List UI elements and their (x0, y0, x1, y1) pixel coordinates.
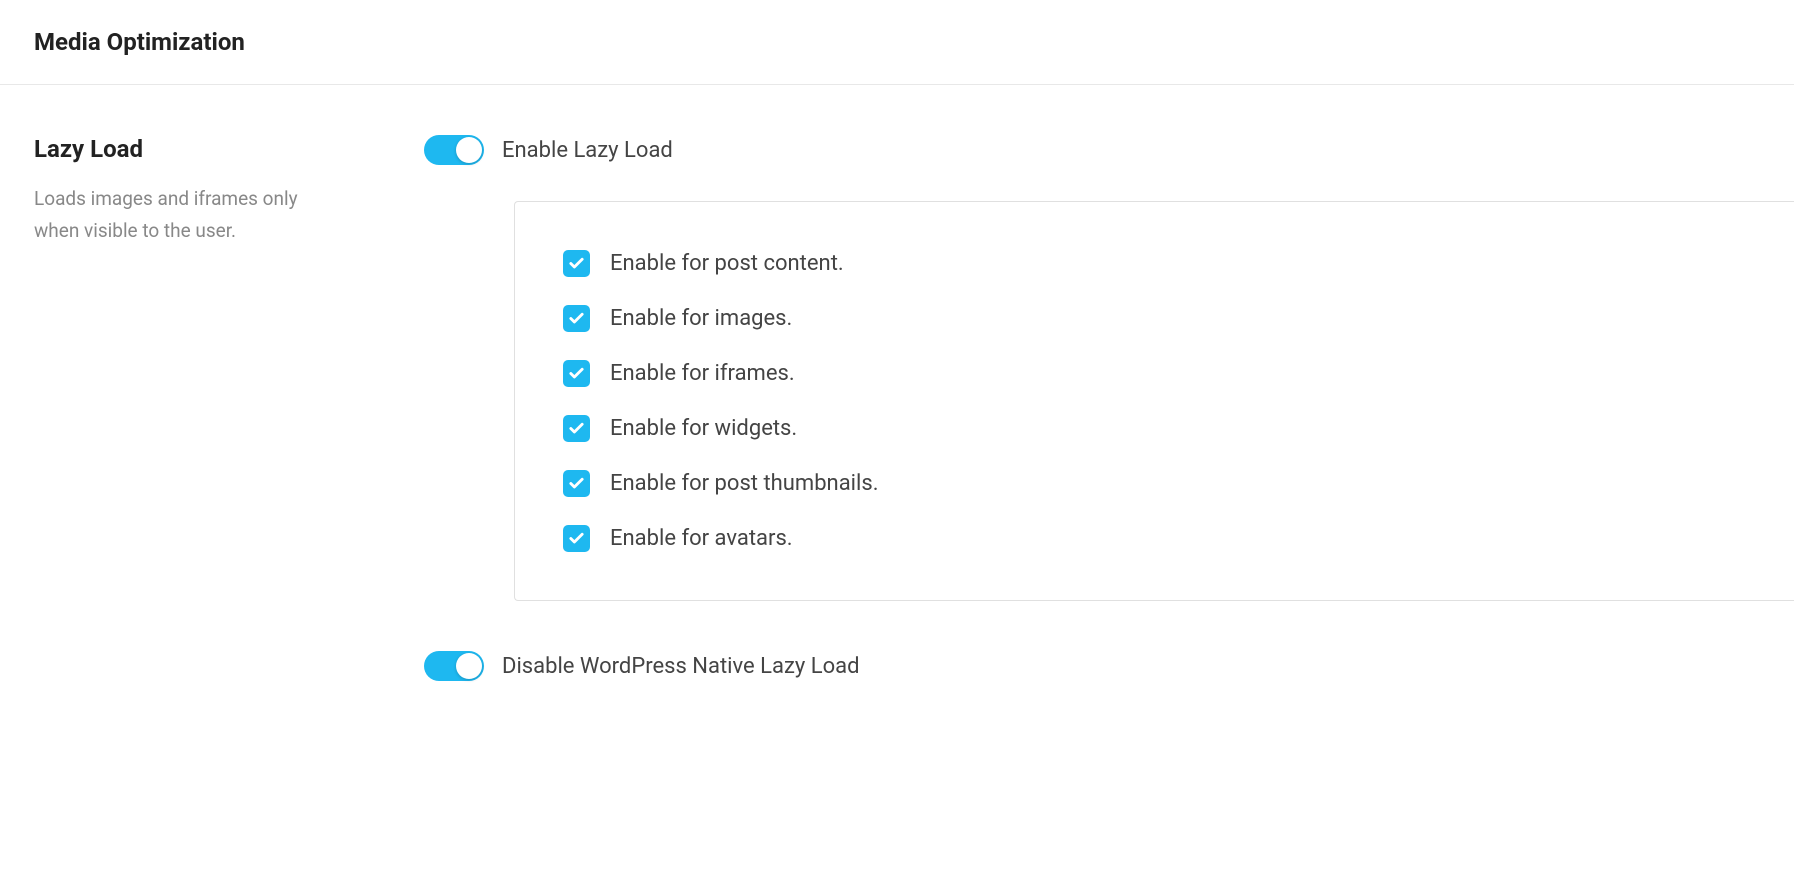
option-avatars-label: Enable for avatars. (610, 526, 793, 551)
check-icon (568, 530, 585, 547)
option-widgets-row: Enable for widgets. (563, 415, 1794, 442)
disable-native-lazy-load-row: Disable WordPress Native Lazy Load (424, 651, 1794, 681)
enable-lazy-load-toggle[interactable] (424, 135, 484, 165)
page-title: Media Optimization (34, 28, 1794, 56)
check-icon (568, 420, 585, 437)
disable-native-lazy-load-toggle[interactable] (424, 651, 484, 681)
option-iframes-row: Enable for iframes. (563, 360, 1794, 387)
option-thumbnails-checkbox[interactable] (563, 470, 590, 497)
option-images-label: Enable for images. (610, 306, 792, 331)
toggle-knob (456, 653, 482, 679)
option-post-content-checkbox[interactable] (563, 250, 590, 277)
section-left: Lazy Load Loads images and iframes only … (34, 135, 424, 717)
option-avatars-row: Enable for avatars. (563, 525, 1794, 552)
section-description: Loads images and iframes only when visib… (34, 183, 344, 248)
option-images-checkbox[interactable] (563, 305, 590, 332)
option-avatars-checkbox[interactable] (563, 525, 590, 552)
lazy-load-section: Lazy Load Loads images and iframes only … (0, 85, 1794, 717)
check-icon (568, 255, 585, 272)
option-images-row: Enable for images. (563, 305, 1794, 332)
section-title: Lazy Load (34, 135, 424, 163)
option-iframes-label: Enable for iframes. (610, 361, 795, 386)
enable-lazy-load-row: Enable Lazy Load (424, 135, 1794, 165)
option-post-content-label: Enable for post content. (610, 251, 844, 276)
check-icon (568, 365, 585, 382)
check-icon (568, 310, 585, 327)
enable-lazy-load-label: Enable Lazy Load (502, 138, 673, 163)
option-post-content-row: Enable for post content. (563, 250, 1794, 277)
page-header: Media Optimization (0, 0, 1794, 85)
option-thumbnails-label: Enable for post thumbnails. (610, 471, 879, 496)
section-right: Enable Lazy Load Enable for post content… (424, 135, 1794, 717)
option-iframes-checkbox[interactable] (563, 360, 590, 387)
check-icon (568, 475, 585, 492)
disable-native-lazy-load-label: Disable WordPress Native Lazy Load (502, 654, 860, 679)
option-thumbnails-row: Enable for post thumbnails. (563, 470, 1794, 497)
option-widgets-label: Enable for widgets. (610, 416, 797, 441)
lazy-load-options-box: Enable for post content. Enable for imag… (514, 201, 1794, 601)
toggle-knob (456, 137, 482, 163)
option-widgets-checkbox[interactable] (563, 415, 590, 442)
